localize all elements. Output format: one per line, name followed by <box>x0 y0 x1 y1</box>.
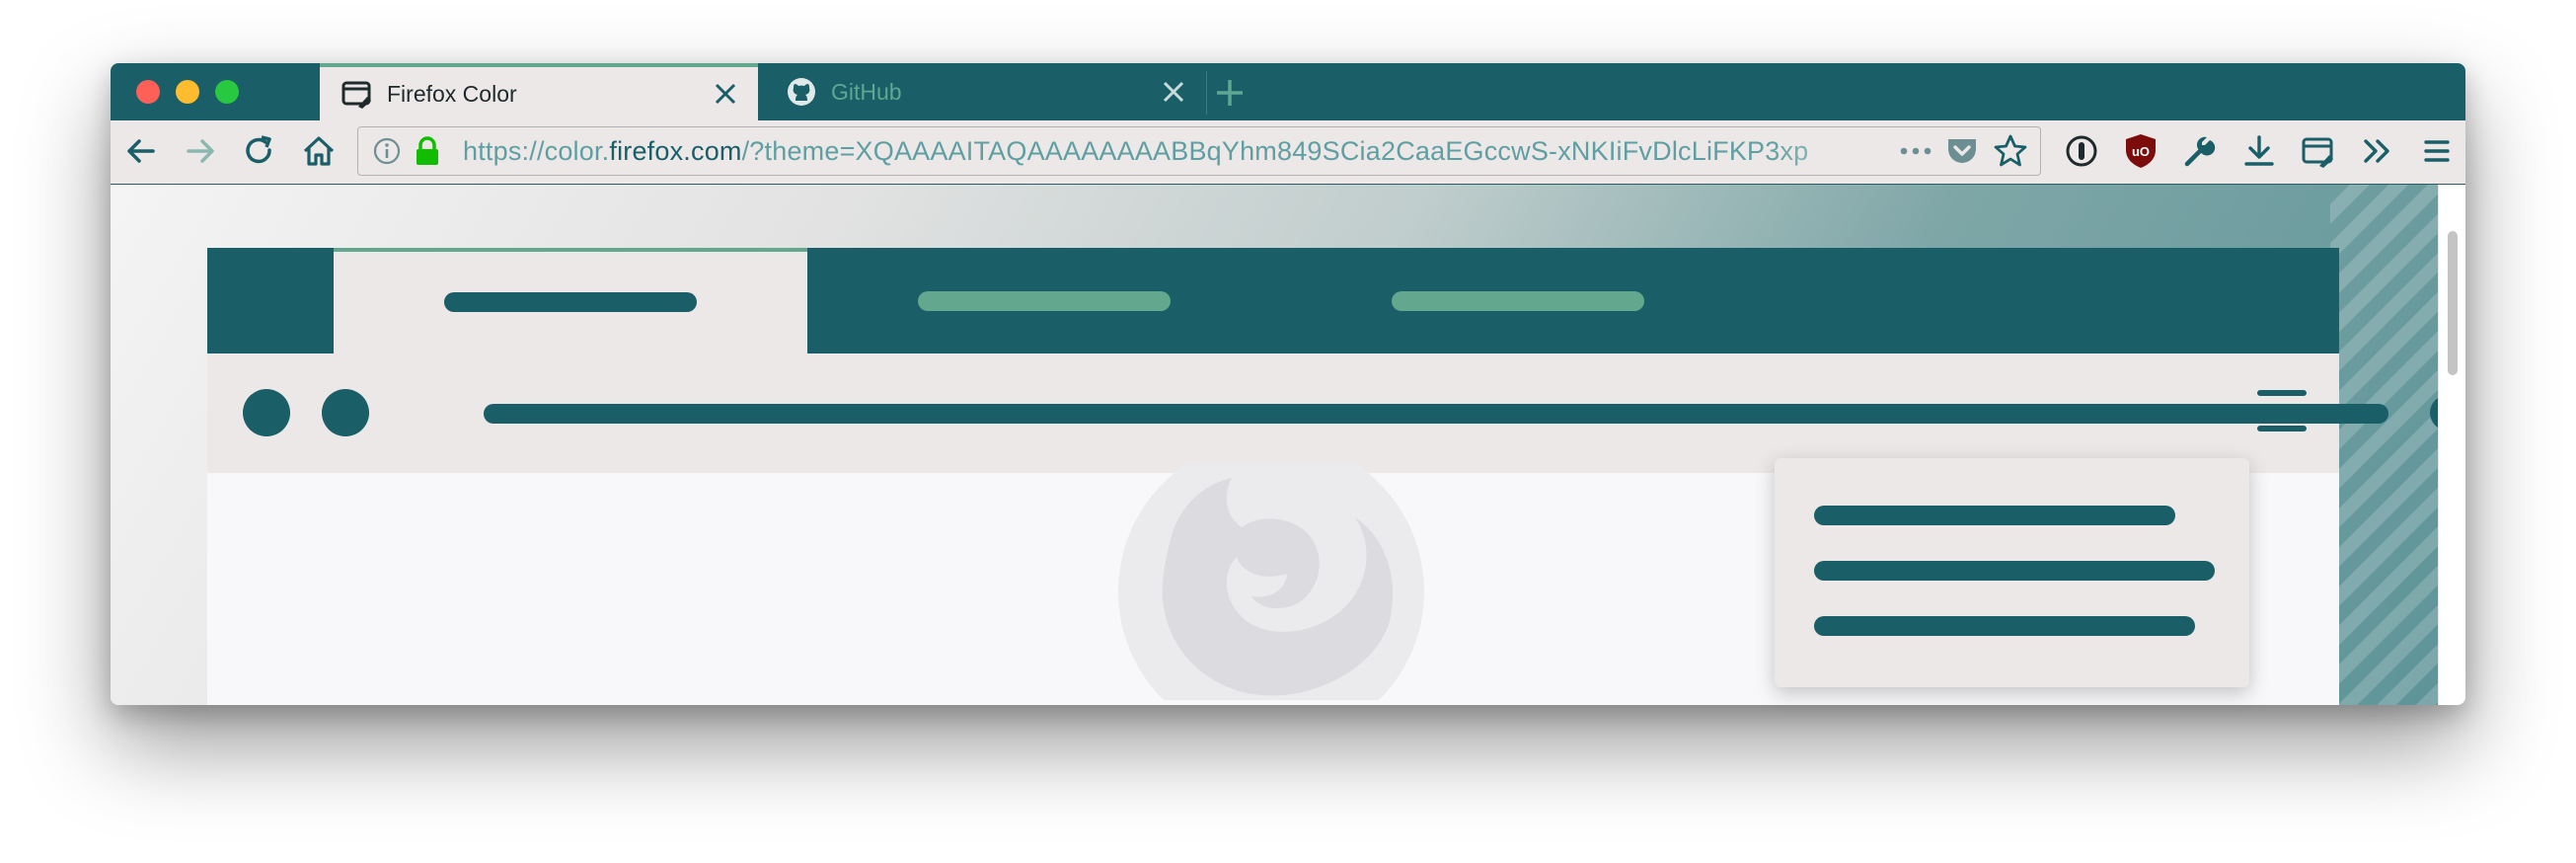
preview-menu-item[interactable] <box>1814 616 2195 636</box>
tab-github[interactable]: GitHub <box>764 63 1206 120</box>
vertical-scrollbar[interactable] <box>2438 185 2465 705</box>
home-button[interactable] <box>298 130 340 172</box>
preview-active-tab[interactable] <box>334 248 807 353</box>
page-actions-icon[interactable] <box>1898 138 1933 169</box>
tab-separator <box>1206 71 1207 115</box>
navigation-toolbar: https://color.firefox.com/?theme=XQAAAAI… <box>111 120 2465 185</box>
forward-button[interactable] <box>180 130 221 172</box>
info-icon[interactable] <box>372 136 402 171</box>
menu-button[interactable] <box>2416 130 2458 172</box>
url-text[interactable]: https://color.firefox.com/?theme=XQAAAAI… <box>463 127 1884 175</box>
firefox-logo-watermark <box>1113 438 1439 705</box>
preview-toolbar <box>207 353 2465 473</box>
decorative-stripes <box>2330 185 2439 705</box>
password-manager-button[interactable] <box>2061 130 2102 172</box>
back-button[interactable] <box>120 130 162 172</box>
preview-menu-icon[interactable] <box>2256 387 2308 443</box>
preview-tab-strip <box>207 248 2339 353</box>
minimize-window-button[interactable] <box>176 80 199 104</box>
tab-title: GitHub <box>831 78 902 105</box>
reload-button[interactable] <box>239 130 280 172</box>
preview-tab-label-bar <box>444 292 697 312</box>
preview-overflow-menu <box>1775 458 2249 687</box>
github-icon <box>786 76 817 108</box>
ublock-origin-button[interactable]: uO <box>2120 130 2161 172</box>
svg-text:uO: uO <box>2132 144 2150 159</box>
preview-menu-item[interactable] <box>1814 561 2215 581</box>
pocket-icon[interactable] <box>1945 135 1979 172</box>
tab-title: Firefox Color <box>387 80 517 107</box>
preview-tab-label-bar[interactable] <box>1392 291 1644 311</box>
firefox-color-icon <box>341 78 373 110</box>
zoom-window-button[interactable] <box>215 80 239 104</box>
lock-icon[interactable] <box>414 135 441 172</box>
new-tab-button[interactable] <box>1208 71 1251 115</box>
address-bar[interactable]: https://color.firefox.com/?theme=XQAAAAI… <box>357 126 2041 176</box>
preview-tab-label-bar[interactable] <box>918 291 1171 311</box>
scrollbar-thumb[interactable] <box>2448 231 2458 375</box>
close-tab-icon[interactable] <box>713 81 738 107</box>
preview-back-dot[interactable] <box>243 389 290 436</box>
close-tab-icon[interactable] <box>1161 79 1186 105</box>
preview-menu-item[interactable] <box>1814 506 2175 525</box>
bookmark-star-icon[interactable] <box>1993 133 2028 174</box>
close-window-button[interactable] <box>136 80 160 104</box>
tools-button[interactable] <box>2179 130 2221 172</box>
tab-strip: Firefox Color GitHub <box>111 63 2465 120</box>
overflow-button[interactable] <box>2357 130 2398 172</box>
downloads-button[interactable] <box>2238 130 2280 172</box>
preview-url-bar[interactable] <box>484 404 2388 424</box>
preview-forward-dot[interactable] <box>322 389 369 436</box>
firefox-color-toolbar-button[interactable] <box>2298 130 2339 172</box>
tab-firefox-color[interactable]: Firefox Color <box>320 63 758 120</box>
